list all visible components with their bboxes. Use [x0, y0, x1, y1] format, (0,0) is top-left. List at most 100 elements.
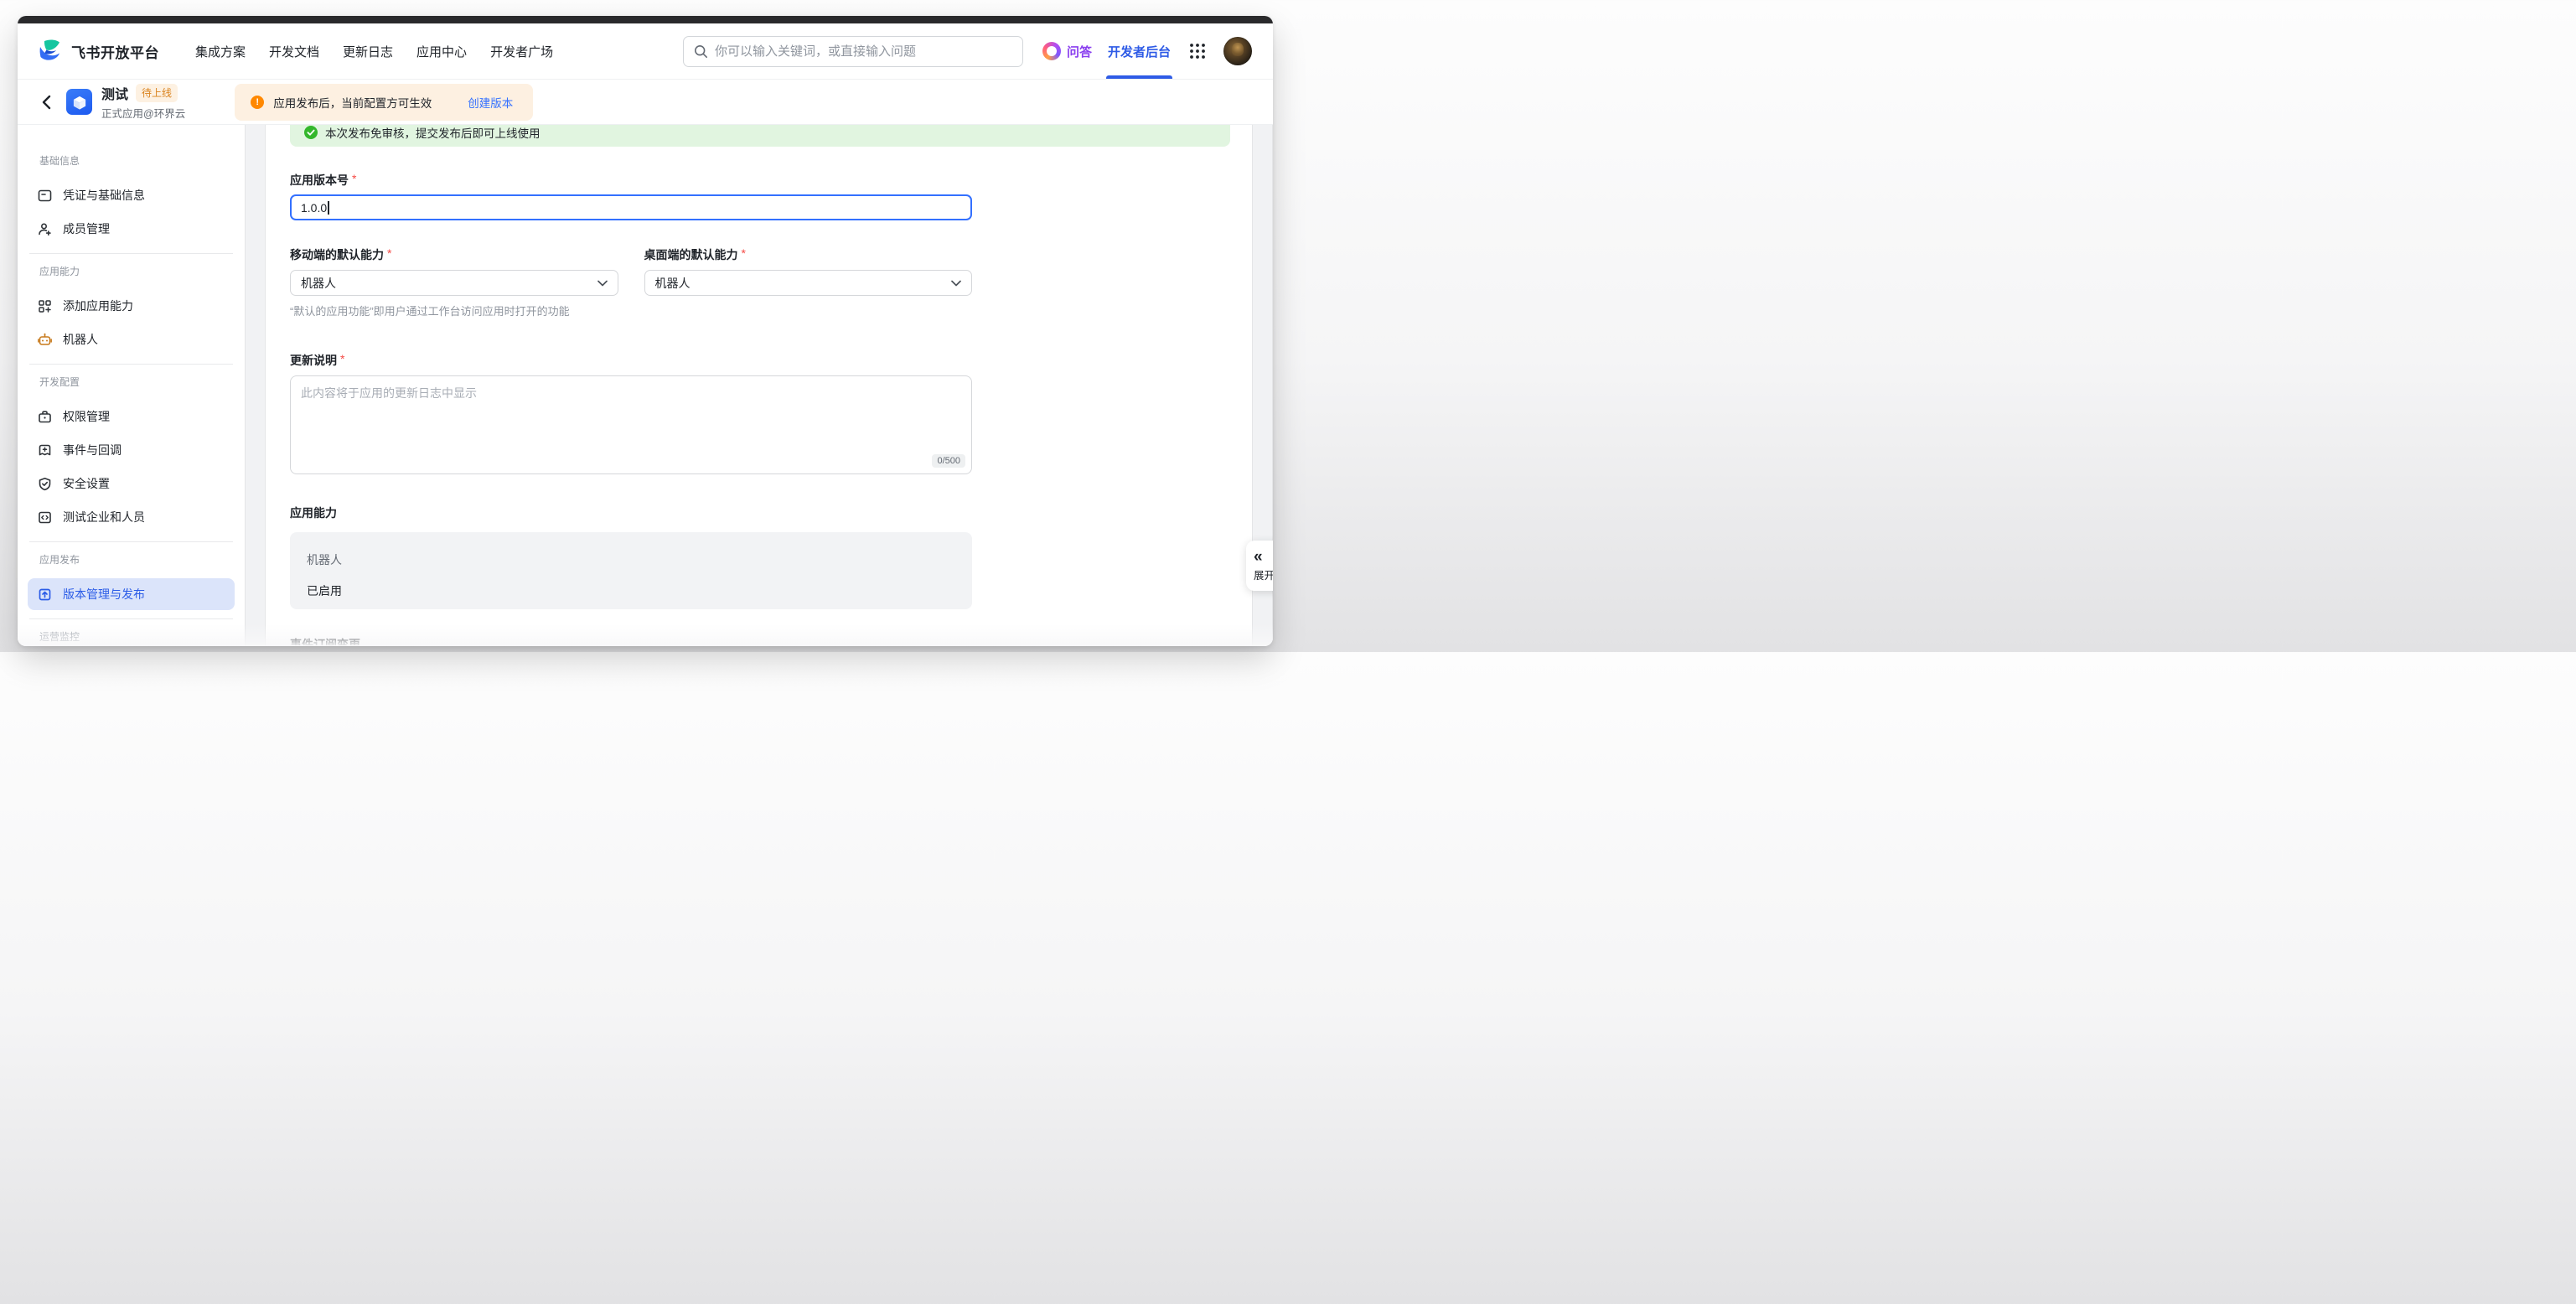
- user-avatar[interactable]: [1223, 37, 1252, 65]
- qa-label: 问答: [1067, 43, 1092, 60]
- capability-status: 已启用: [307, 582, 955, 599]
- id-card-icon: [38, 189, 52, 203]
- sidebar-scrollbar-track[interactable]: [245, 125, 266, 645]
- text-caret: [328, 201, 329, 215]
- sidebar-divider: [29, 364, 233, 365]
- nav-item-changelog[interactable]: 更新日志: [343, 43, 393, 60]
- required-asterisk: *: [387, 246, 391, 263]
- sidebar-divider: [29, 618, 233, 619]
- version-value: 1.0.0: [301, 201, 327, 215]
- app-icon: [66, 89, 92, 115]
- app-subtitle: 正式应用@环界云: [101, 105, 185, 121]
- user-plus-icon: [38, 222, 52, 236]
- sidebar-item-label: 添加应用能力: [63, 298, 133, 314]
- sidebar-section-dev-config: 开发配置: [39, 375, 223, 389]
- robot-icon: [38, 333, 52, 347]
- search-input[interactable]: [715, 44, 1012, 59]
- main-content: 本次发布免审核，提交发布后即可上线使用 应用版本号* 1.0.0 移动端的默认能…: [266, 125, 1252, 645]
- upload-box-icon: [38, 587, 52, 602]
- version-label: 应用版本号*: [290, 172, 972, 189]
- window-titlebar: [18, 16, 1273, 23]
- search-box[interactable]: [683, 36, 1023, 67]
- create-version-link[interactable]: 创建版本: [468, 94, 513, 111]
- sidebar-item-bot[interactable]: 机器人: [28, 323, 235, 355]
- sidebar-item-label: 事件与回调: [63, 442, 122, 458]
- changelog-field: 0/500: [290, 375, 972, 474]
- sidebar-item-credentials[interactable]: 凭证与基础信息: [28, 179, 235, 211]
- status-badge: 待上线: [136, 84, 178, 102]
- brand-logo[interactable]: 飞书开放平台: [37, 38, 159, 65]
- sidebar-section-basic-info: 基础信息: [39, 153, 223, 168]
- required-asterisk: *: [340, 352, 344, 369]
- expand-label: 展开: [1254, 567, 1273, 582]
- notice-text: 应用发布后，当前配置方可生效: [273, 94, 432, 111]
- mobile-capability-select[interactable]: 机器人: [290, 270, 618, 296]
- sidebar-item-events[interactable]: 事件与回调: [28, 434, 235, 466]
- desktop-capability-select[interactable]: 机器人: [644, 270, 973, 296]
- chevron-down-icon: [951, 280, 961, 287]
- feishu-logo-icon: [37, 38, 64, 65]
- sidebar-item-label: 测试企业和人员: [63, 509, 145, 525]
- qa-link[interactable]: 问答: [1042, 42, 1092, 60]
- nav-item-dev-plaza[interactable]: 开发者广场: [490, 43, 553, 60]
- cube-icon: [70, 92, 90, 112]
- sidebar-item-version-release[interactable]: 版本管理与发布: [28, 578, 235, 610]
- sidebar-item-label: 成员管理: [63, 220, 110, 237]
- capabilities-heading: 应用能力: [290, 505, 972, 521]
- sidebar-item-test-org[interactable]: 测试企业和人员: [28, 501, 235, 533]
- required-asterisk: *: [742, 246, 746, 263]
- card-plus-icon: [38, 443, 52, 458]
- nav-item-integration[interactable]: 集成方案: [195, 43, 246, 60]
- capability-hint: “默认的应用功能”即用户通过工作台访问应用时打开的功能: [290, 303, 618, 318]
- sidebar-item-label: 凭证与基础信息: [63, 187, 145, 204]
- sidebar-item-label: 版本管理与发布: [63, 586, 145, 603]
- mobile-capability-value: 机器人: [301, 275, 336, 292]
- sidebar-section-monitoring: 运营监控: [39, 629, 223, 644]
- sidebar-divider: [29, 541, 233, 542]
- developer-console-label: 开发者后台: [1108, 43, 1171, 60]
- app-meta: 测试 待上线 正式应用@环界云: [101, 83, 185, 121]
- app-window: 飞书开放平台 集成方案 开发文档 更新日志 应用中心 开发者广场 问答 开发者后…: [18, 16, 1273, 646]
- capabilities-card: 机器人 已启用: [290, 532, 972, 609]
- sidebar-item-label: 权限管理: [63, 408, 110, 425]
- sidebar-item-label: 机器人: [63, 331, 98, 348]
- sidebar-item-security[interactable]: 安全设置: [28, 468, 235, 499]
- body-row: 基础信息 凭证与基础信息 成员管理 应用能力 添加应用能力: [18, 125, 1273, 645]
- sidebar-item-permissions[interactable]: 权限管理: [28, 401, 235, 432]
- required-asterisk: *: [352, 172, 356, 189]
- developer-console-tab[interactable]: 开发者后台: [1108, 23, 1171, 79]
- brand-title: 飞书开放平台: [71, 41, 159, 62]
- sidebar-section-release: 应用发布: [39, 552, 223, 567]
- nav-item-docs[interactable]: 开发文档: [269, 43, 319, 60]
- version-input[interactable]: 1.0.0: [290, 194, 972, 220]
- chevron-down-icon: [597, 280, 608, 287]
- nav-right-cluster: 问答 开发者后台: [1042, 23, 1252, 79]
- nav-item-app-center[interactable]: 应用中心: [416, 43, 467, 60]
- desktop-capability-label: 桌面端的默认能力*: [644, 246, 973, 263]
- nav-menu: 集成方案 开发文档 更新日志 应用中心 开发者广场: [195, 43, 553, 60]
- double-chevron-left-icon: «: [1254, 550, 1261, 565]
- expand-panel-button[interactable]: « 展开: [1246, 541, 1273, 591]
- char-counter: 0/500: [932, 454, 965, 468]
- back-button[interactable]: [36, 92, 56, 112]
- capability-name: 机器人: [307, 551, 955, 568]
- events-heading: 事件订阅变更: [290, 636, 972, 645]
- qa-gradient-ring-icon: [1042, 42, 1061, 60]
- changelog-textarea[interactable]: [290, 375, 972, 474]
- shield-check-icon: [38, 477, 52, 491]
- sidebar-divider: [29, 253, 233, 254]
- version-form: 应用版本号* 1.0.0 移动端的默认能力* 机器人: [290, 125, 972, 645]
- briefcase-lock-icon: [38, 410, 52, 424]
- sidebar-item-add-capability[interactable]: 添加应用能力: [28, 290, 235, 322]
- grid-plus-icon: [38, 299, 52, 313]
- publish-notice-bar: ! 应用发布后，当前配置方可生效 创建版本: [235, 84, 533, 121]
- sidebar: 基础信息 凭证与基础信息 成员管理 应用能力 添加应用能力: [18, 125, 245, 645]
- sidebar-item-label: 安全设置: [63, 475, 110, 492]
- sidebar-section-capabilities: 应用能力: [39, 264, 223, 278]
- sidebar-item-members[interactable]: 成员管理: [28, 213, 235, 245]
- chevron-left-icon: [41, 95, 51, 110]
- search-icon: [694, 44, 708, 59]
- top-navbar: 飞书开放平台 集成方案 开发文档 更新日志 应用中心 开发者广场 问答 开发者后…: [18, 23, 1273, 80]
- apps-grid-icon[interactable]: [1188, 42, 1207, 60]
- mobile-capability-label: 移动端的默认能力*: [290, 246, 618, 263]
